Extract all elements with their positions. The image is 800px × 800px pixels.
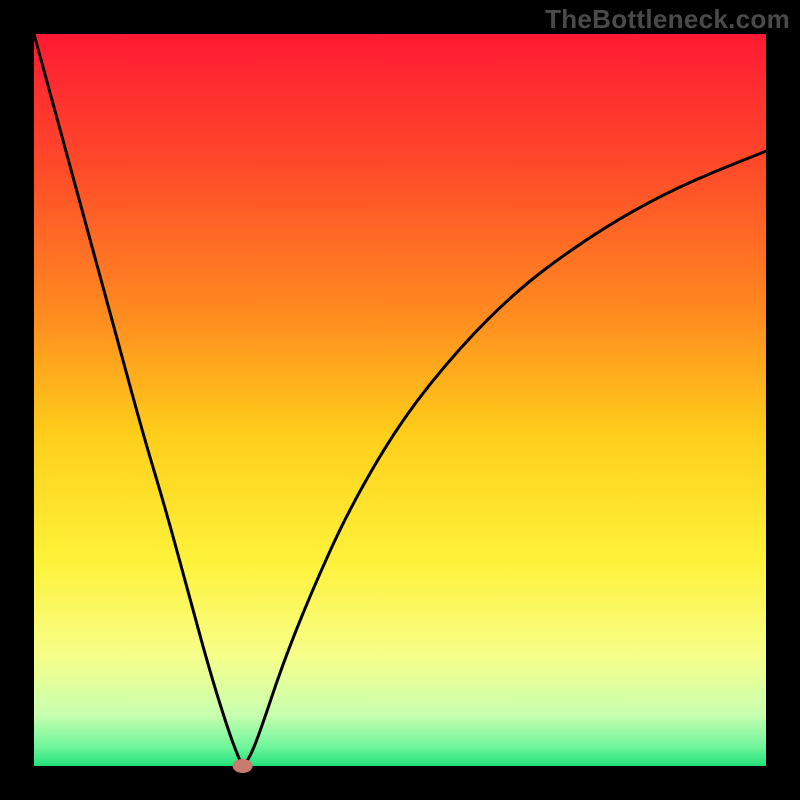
plot-background (34, 34, 766, 766)
optimum-marker (233, 759, 253, 773)
chart-frame: TheBottleneck.com (0, 0, 800, 800)
bottleneck-chart (0, 0, 800, 800)
